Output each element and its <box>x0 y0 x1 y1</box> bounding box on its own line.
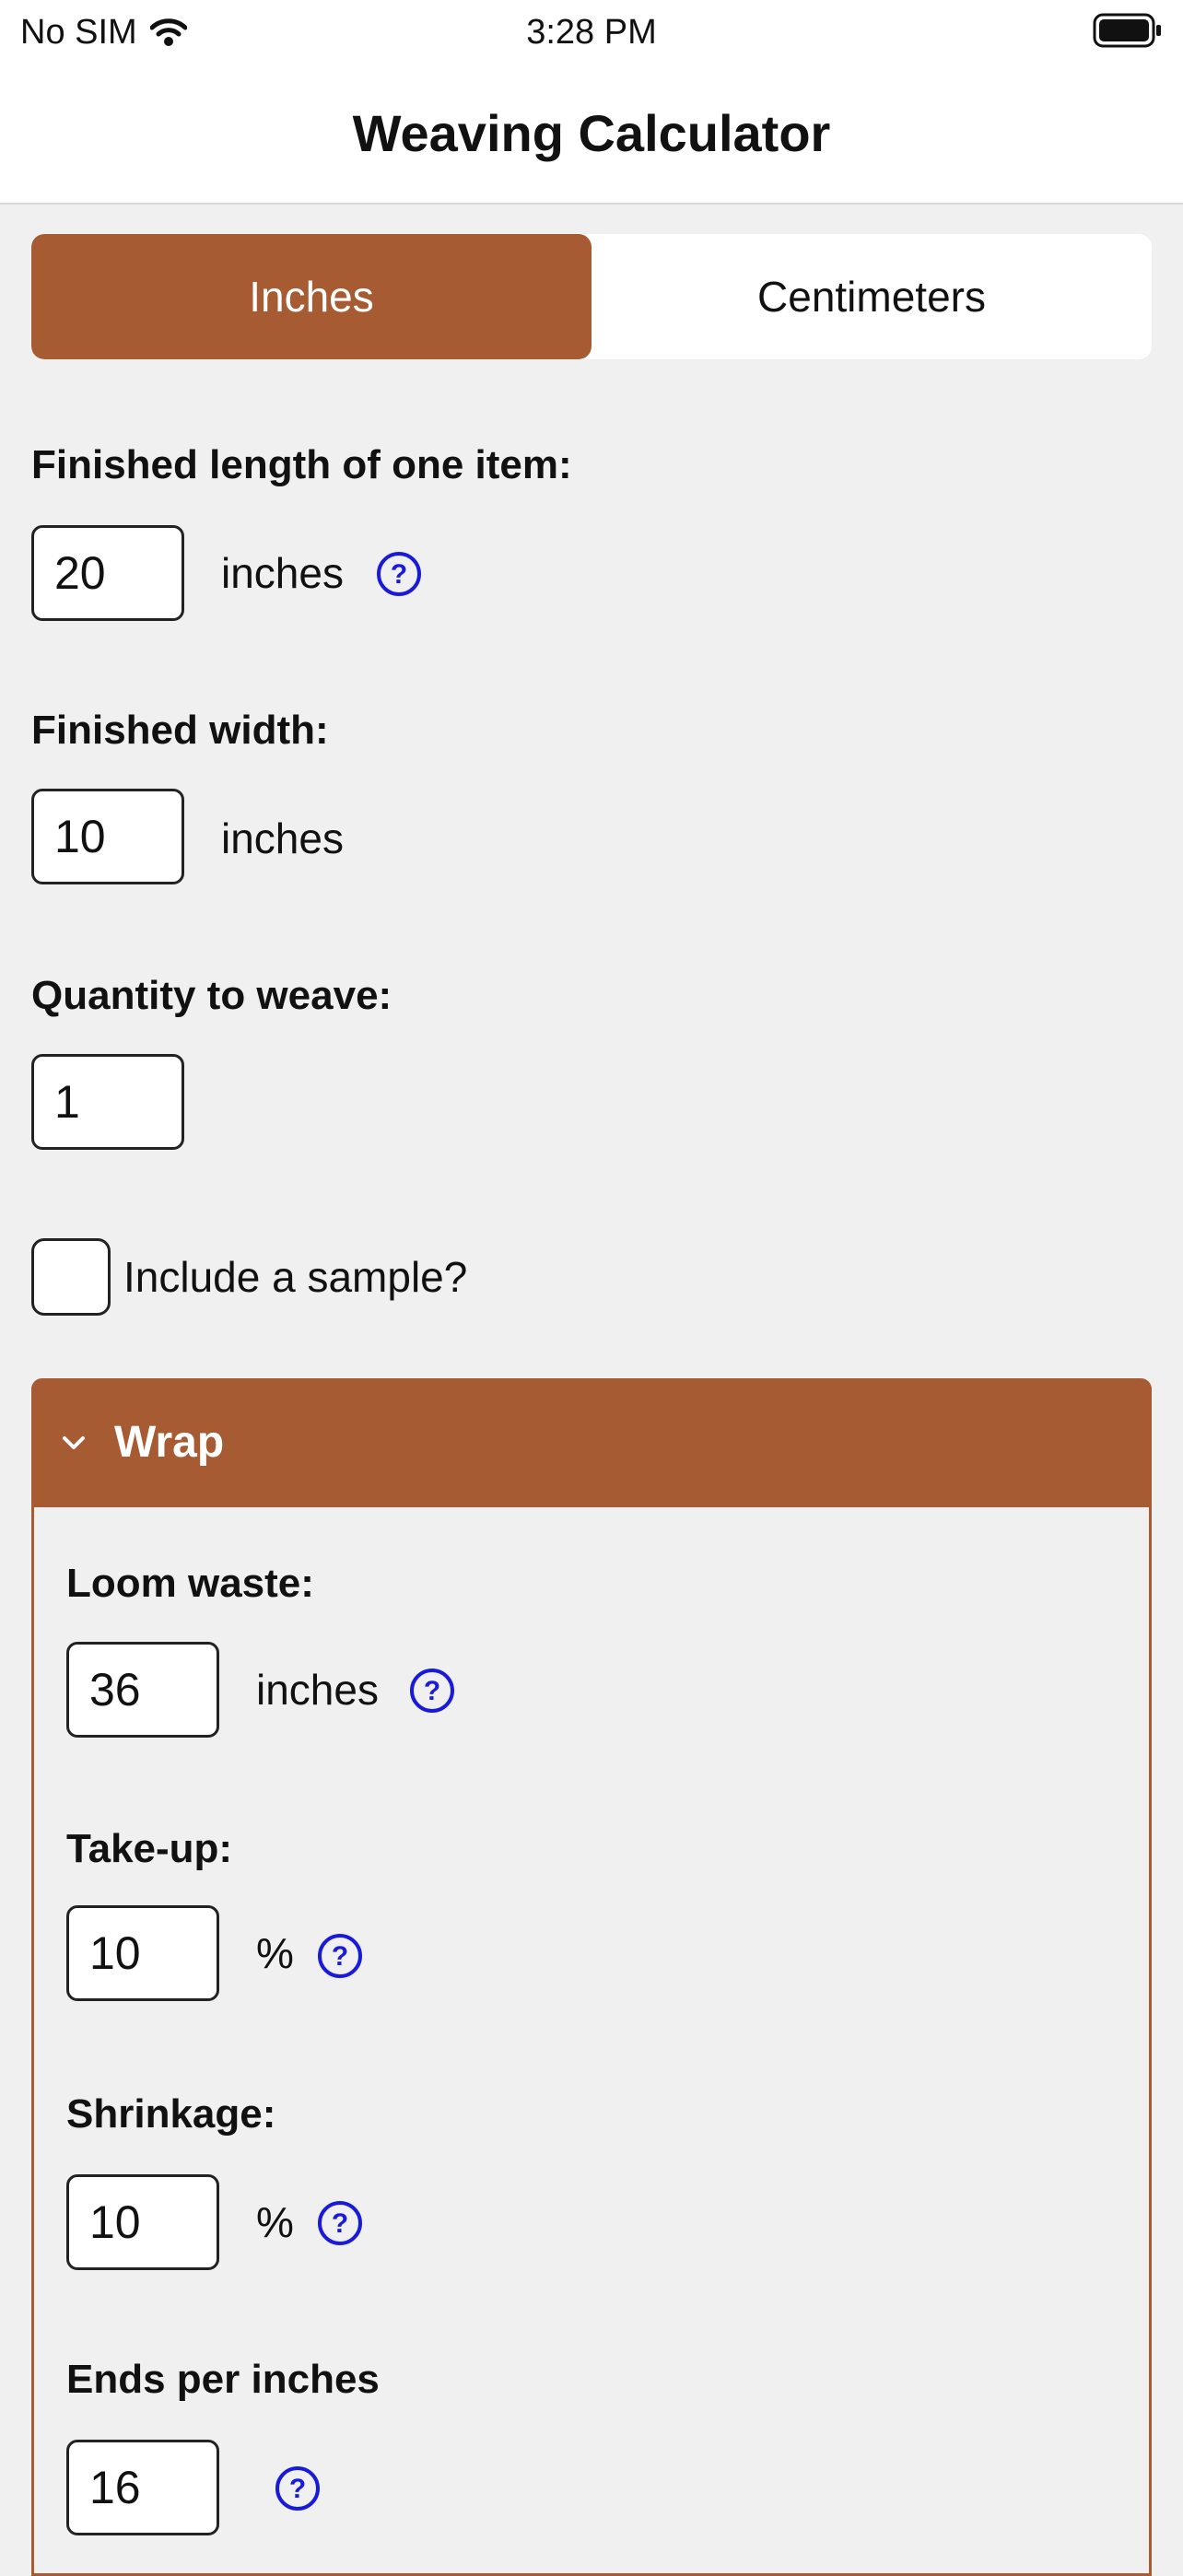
finished-length-input[interactable]: 20 <box>31 525 184 621</box>
finished-width-unit: inches <box>221 814 344 862</box>
finished-length-unit: inches <box>221 549 344 597</box>
take-up-label: Take-up: <box>66 1826 233 1871</box>
shrinkage-label: Shrinkage: <box>66 2091 276 2137</box>
loom-waste-input[interactable]: 36 <box>66 1642 219 1738</box>
shrinkage-input[interactable]: 10 <box>66 2174 219 2270</box>
finished-length-label: Finished length of one item: <box>31 442 572 487</box>
segment-centimeters[interactable]: Centimeters <box>592 234 1152 359</box>
ends-per-label: Ends per inches <box>66 2357 380 2402</box>
take-up-unit: % <box>256 1929 294 1977</box>
warp-panel-header[interactable]: Wrap <box>31 1378 1152 1507</box>
svg-text:?: ? <box>289 2474 306 2504</box>
question-circle-icon[interactable]: ? <box>409 1668 455 1714</box>
loom-waste-unit: inches <box>256 1666 379 1714</box>
svg-text:?: ? <box>424 1676 440 1706</box>
include-sample-label[interactable]: Include a sample? <box>123 1251 467 1303</box>
include-sample-checkbox[interactable] <box>31 1238 111 1316</box>
navigation-bar: Weaving Calculator <box>0 64 1183 205</box>
question-circle-icon[interactable]: ? <box>317 2200 363 2246</box>
finished-width-label: Finished width: <box>31 708 329 753</box>
quantity-input[interactable]: 1 <box>31 1054 184 1150</box>
ends-per-input[interactable]: 16 <box>66 2440 219 2535</box>
question-circle-icon[interactable]: ? <box>275 2465 321 2512</box>
svg-text:?: ? <box>332 1941 348 1972</box>
question-circle-icon[interactable]: ? <box>376 551 422 597</box>
page-title: Weaving Calculator <box>352 104 831 162</box>
svg-text:?: ? <box>391 559 407 590</box>
shrinkage-unit: % <box>256 2198 294 2246</box>
quantity-label: Quantity to weave: <box>31 973 392 1018</box>
warp-panel-title: Wrap <box>114 1418 225 1467</box>
status-time: 3:28 PM <box>526 13 657 52</box>
loom-waste-label: Loom waste: <box>66 1561 314 1606</box>
status-bar: No SIM 3:28 PM <box>0 0 1183 64</box>
unit-segmented-control: Inches Centimeters <box>31 234 1152 359</box>
question-circle-icon[interactable]: ? <box>317 1933 363 1979</box>
battery-icon <box>1093 13 1161 48</box>
finished-width-input[interactable]: 10 <box>31 789 184 884</box>
svg-text:?: ? <box>332 2208 348 2239</box>
segment-inches[interactable]: Inches <box>31 234 592 359</box>
take-up-input[interactable]: 10 <box>66 1905 219 2001</box>
chevron-down-icon <box>63 1436 85 1449</box>
